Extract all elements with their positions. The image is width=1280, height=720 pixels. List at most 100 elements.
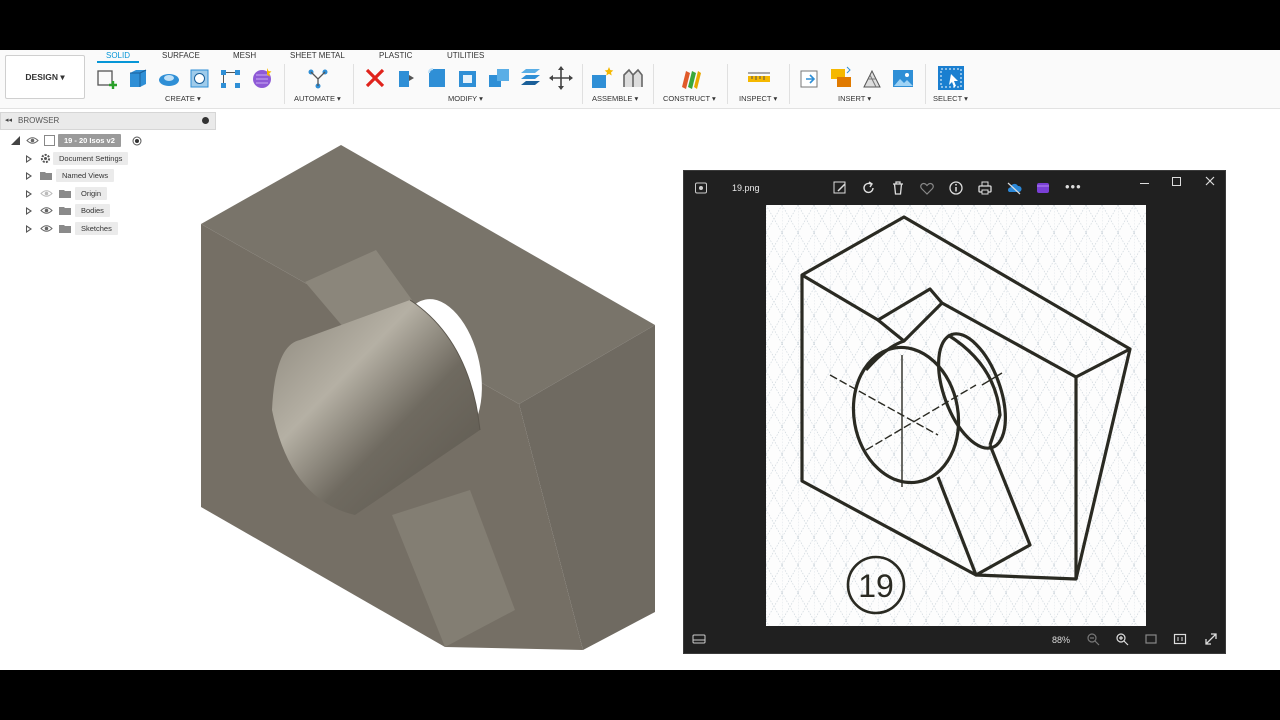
filmstrip-icon[interactable] bbox=[692, 633, 706, 645]
construct-group-label[interactable]: CONSTRUCT ▾ bbox=[663, 94, 716, 103]
browser-item-label[interactable]: Sketches bbox=[75, 222, 118, 235]
tab-mesh[interactable]: MESH bbox=[233, 51, 256, 60]
info-icon[interactable] bbox=[948, 180, 964, 196]
insert-mesh-icon[interactable] bbox=[860, 65, 884, 91]
automate-icon[interactable] bbox=[306, 65, 330, 91]
extrude-icon[interactable] bbox=[126, 65, 150, 91]
modify-group-label[interactable]: MODIFY ▾ bbox=[448, 94, 483, 103]
zoom-in-icon[interactable] bbox=[1115, 632, 1129, 646]
tab-sheet-metal[interactable]: SHEET METAL bbox=[290, 51, 345, 60]
expand-arrow-icon[interactable] bbox=[26, 172, 32, 180]
automate-group-label[interactable]: AUTOMATE ▾ bbox=[294, 94, 341, 103]
tab-surface[interactable]: SURFACE bbox=[162, 51, 200, 60]
decal-icon[interactable] bbox=[829, 65, 853, 91]
offset-face-icon[interactable] bbox=[518, 65, 542, 91]
minimize-icon[interactable] bbox=[1140, 183, 1149, 184]
new-component-icon[interactable] bbox=[590, 65, 614, 91]
activate-radio-icon[interactable] bbox=[132, 136, 142, 146]
edit-image-icon[interactable] bbox=[832, 180, 848, 196]
browser-item-label[interactable]: Origin bbox=[75, 187, 108, 200]
expand-arrow-icon[interactable] bbox=[26, 155, 32, 163]
photo-viewer-window[interactable]: 19.png ••• 19 88% bbox=[683, 170, 1226, 654]
select-group-label[interactable]: SELECT ▾ bbox=[933, 94, 968, 103]
rectangular-pattern-icon[interactable] bbox=[219, 65, 243, 91]
browser-root-label[interactable]: 19 - 20 Isos v2 bbox=[58, 134, 121, 147]
collapse-panel-icon[interactable]: ◂◂ bbox=[5, 116, 12, 124]
browser-item-label[interactable]: Named Views bbox=[56, 169, 115, 182]
onedrive-cloud-icon[interactable] bbox=[1006, 180, 1022, 196]
canvas-icon[interactable] bbox=[891, 65, 915, 91]
displayed-image: 19 bbox=[766, 205, 1146, 626]
joint-icon[interactable] bbox=[621, 65, 645, 91]
expand-arrow-icon[interactable] bbox=[26, 190, 32, 198]
divider bbox=[789, 64, 790, 104]
zoom-out-icon[interactable] bbox=[1086, 632, 1100, 646]
document-icon bbox=[44, 135, 55, 146]
zoom-level: 88% bbox=[1052, 635, 1071, 645]
clipchamp-icon[interactable] bbox=[1035, 180, 1051, 196]
fillet-icon[interactable] bbox=[425, 65, 449, 91]
maximize-icon[interactable] bbox=[1172, 177, 1181, 186]
divider bbox=[653, 64, 654, 104]
offset-plane-icon[interactable] bbox=[679, 65, 703, 91]
hole-icon[interactable] bbox=[188, 65, 212, 91]
fit-to-window-icon[interactable] bbox=[1144, 632, 1158, 646]
divider bbox=[727, 64, 728, 104]
divider bbox=[582, 64, 583, 104]
visibility-eye-icon[interactable] bbox=[40, 224, 53, 233]
browser-item-label[interactable]: Bodies bbox=[75, 204, 110, 217]
combine-icon[interactable] bbox=[487, 65, 511, 91]
print-icon[interactable] bbox=[977, 180, 993, 196]
expand-arrow-icon[interactable] bbox=[26, 225, 32, 233]
viewer-filename: 19.png bbox=[732, 183, 760, 193]
browser-panel-header: ◂◂ BROWSER bbox=[0, 112, 216, 130]
visibility-eye-icon[interactable] bbox=[40, 206, 53, 215]
measure-icon[interactable] bbox=[747, 65, 771, 91]
expanded-arrow-icon[interactable] bbox=[11, 136, 20, 145]
revolve-icon[interactable] bbox=[157, 65, 181, 91]
browser-item-named-views[interactable]: Named Views bbox=[0, 169, 216, 183]
create-group-label[interactable]: CREATE ▾ bbox=[165, 94, 201, 103]
gallery-icon[interactable] bbox=[694, 181, 708, 195]
close-icon[interactable] bbox=[1205, 176, 1215, 186]
delete-icon[interactable] bbox=[890, 180, 906, 196]
inspect-group-label[interactable]: INSPECT ▾ bbox=[739, 94, 777, 103]
expand-arrow-icon[interactable] bbox=[26, 207, 32, 215]
tab-utilities[interactable]: UTILITIES bbox=[447, 51, 484, 60]
browser-item-bodies[interactable]: Bodies bbox=[0, 204, 216, 218]
divider bbox=[284, 64, 285, 104]
browser-root-row[interactable]: 19 - 20 Isos v2 bbox=[0, 134, 216, 148]
press-pull-icon[interactable] bbox=[394, 65, 418, 91]
fusion-app-window: DESIGN ▾ SOLID SURFACE MESH SHEET METAL … bbox=[0, 50, 1280, 670]
create-sketch-icon[interactable] bbox=[95, 65, 119, 91]
tab-solid[interactable]: SOLID bbox=[106, 51, 130, 60]
select-icon[interactable] bbox=[937, 65, 965, 91]
folder-icon bbox=[59, 225, 71, 233]
hidden-eye-icon[interactable] bbox=[40, 189, 53, 198]
more-options-icon[interactable]: ••• bbox=[1065, 179, 1082, 194]
folder-icon bbox=[40, 172, 52, 180]
actual-size-icon[interactable] bbox=[1173, 632, 1187, 646]
browser-title: BROWSER bbox=[18, 116, 60, 125]
tab-plastic[interactable]: PLASTIC bbox=[379, 51, 412, 60]
insert-group-label[interactable]: INSERT ▾ bbox=[838, 94, 871, 103]
shell-icon[interactable] bbox=[456, 65, 480, 91]
insert-derive-icon[interactable] bbox=[798, 65, 822, 91]
delete-icon[interactable] bbox=[363, 65, 387, 91]
browser-item-label[interactable]: Document Settings bbox=[53, 152, 129, 165]
browser-item-origin[interactable]: Origin bbox=[0, 187, 216, 201]
move-icon[interactable] bbox=[549, 65, 573, 91]
browser-item-document-settings[interactable]: Document Settings bbox=[0, 152, 216, 166]
folder-icon bbox=[59, 207, 71, 215]
3d-model-body[interactable] bbox=[195, 142, 665, 652]
panel-options-icon[interactable] bbox=[202, 117, 209, 124]
visibility-eye-icon[interactable] bbox=[26, 136, 39, 145]
workspace-design-button[interactable]: DESIGN ▾ bbox=[5, 55, 85, 99]
assemble-group-label[interactable]: ASSEMBLE ▾ bbox=[592, 94, 638, 103]
rotate-icon[interactable] bbox=[861, 180, 877, 196]
fullscreen-icon[interactable] bbox=[1204, 632, 1218, 646]
form-icon[interactable] bbox=[250, 65, 274, 91]
ribbon-toolbar: DESIGN ▾ SOLID SURFACE MESH SHEET METAL … bbox=[0, 50, 1280, 109]
favorite-heart-icon[interactable] bbox=[919, 180, 935, 196]
browser-item-sketches[interactable]: Sketches bbox=[0, 222, 216, 236]
